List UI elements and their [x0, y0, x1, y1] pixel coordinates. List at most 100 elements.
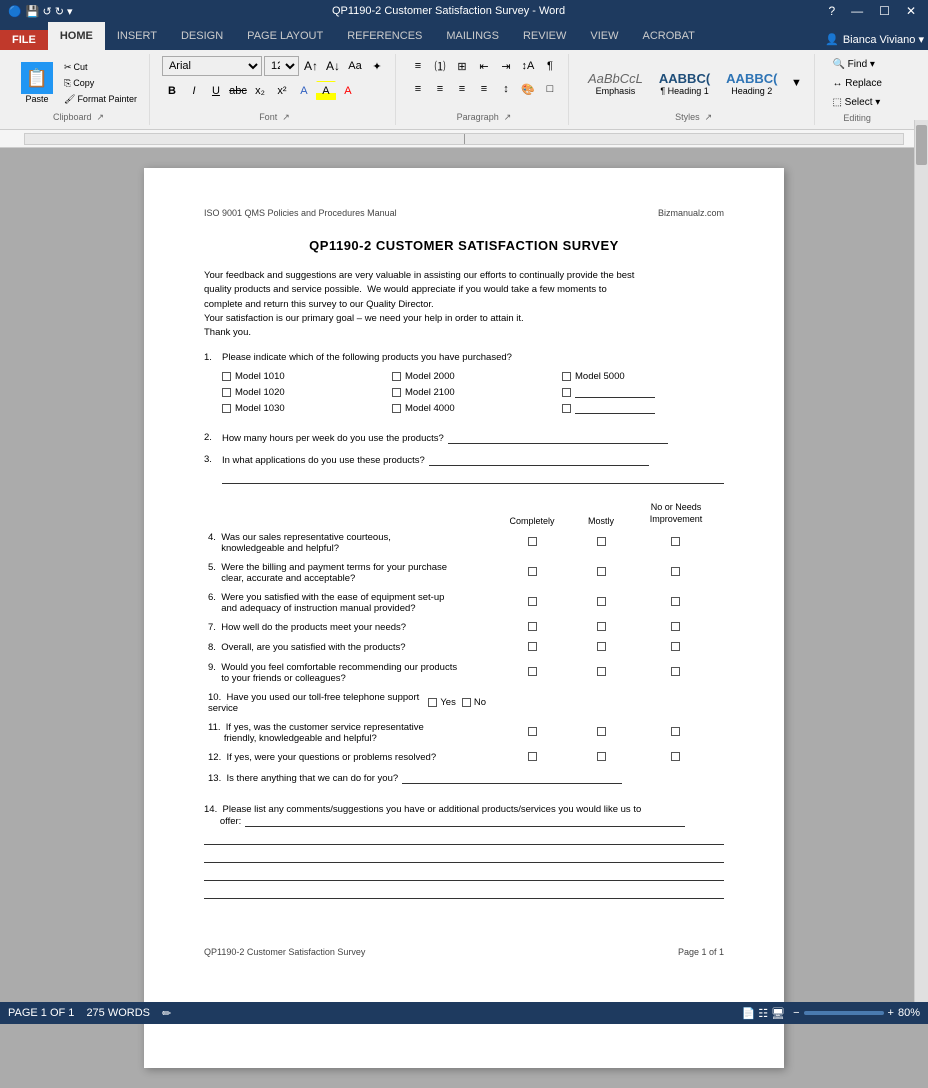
- bold-button[interactable]: B: [162, 81, 182, 101]
- font-name-select[interactable]: Arial: [162, 56, 262, 76]
- tab-design[interactable]: DESIGN: [169, 22, 235, 50]
- style-heading1[interactable]: AABBC( ¶ Heading 1: [652, 68, 717, 99]
- format-painter-button[interactable]: 🖌 Format Painter: [60, 92, 141, 107]
- find-button[interactable]: 🔍 Find ▾: [827, 56, 886, 73]
- tab-references[interactable]: REFERENCES: [335, 22, 434, 50]
- q11-completely-checkbox[interactable]: [528, 727, 537, 736]
- q7-mostly-checkbox[interactable]: [597, 622, 606, 631]
- model-2100-checkbox[interactable]: [392, 388, 401, 397]
- style-emphasis[interactable]: AaBbCcL Emphasis: [581, 68, 650, 99]
- decrease-indent-button[interactable]: ⇤: [474, 56, 494, 76]
- q9-completely-checkbox[interactable]: [528, 667, 537, 676]
- replace-button[interactable]: ↔ Replace: [827, 75, 886, 92]
- text-effects-button[interactable]: A: [294, 81, 314, 101]
- q6-no-checkbox[interactable]: [671, 597, 680, 606]
- q10-no-checkbox[interactable]: [462, 698, 471, 707]
- q6-completely-checkbox[interactable]: [528, 597, 537, 606]
- close-button[interactable]: ✕: [902, 4, 920, 18]
- q11-mostly-checkbox[interactable]: [597, 727, 606, 736]
- change-case-button[interactable]: Aa: [345, 56, 365, 76]
- q9-mostly-checkbox[interactable]: [597, 667, 606, 676]
- q1-text: Please indicate which of the following p…: [222, 352, 724, 422]
- line-spacing-button[interactable]: ↕: [496, 79, 516, 99]
- zoom-in-icon[interactable]: +: [888, 1007, 894, 1019]
- q8-no-checkbox[interactable]: [671, 642, 680, 651]
- style-heading2[interactable]: AABBC( Heading 2: [719, 68, 784, 99]
- styles-group: AaBbCcL Emphasis AABBC( ¶ Heading 1 AABB…: [573, 54, 815, 125]
- q11-no-checkbox[interactable]: [671, 727, 680, 736]
- align-left-button[interactable]: ≡: [408, 79, 428, 99]
- increase-indent-button[interactable]: ⇥: [496, 56, 516, 76]
- subscript-button[interactable]: x₂: [250, 81, 270, 101]
- model-1010-checkbox[interactable]: [222, 372, 231, 381]
- tab-page-layout[interactable]: PAGE LAYOUT: [235, 22, 335, 50]
- tab-view[interactable]: VIEW: [578, 22, 630, 50]
- numbering-button[interactable]: ⑴: [430, 56, 450, 76]
- q5-no-checkbox[interactable]: [671, 567, 680, 576]
- font-size-select[interactable]: 12: [264, 56, 299, 76]
- model-5000-checkbox[interactable]: [562, 372, 571, 381]
- highlight-button[interactable]: A: [316, 81, 336, 101]
- italic-button[interactable]: I: [184, 81, 204, 101]
- model-blank-1-checkbox[interactable]: [562, 388, 571, 397]
- tab-acrobat[interactable]: ACROBAT: [630, 22, 706, 50]
- borders-button[interactable]: □: [540, 79, 560, 99]
- minimize-button[interactable]: —: [847, 4, 867, 18]
- help-button[interactable]: ?: [824, 4, 839, 18]
- tab-home[interactable]: HOME: [48, 22, 105, 50]
- q7-no-checkbox[interactable]: [671, 622, 680, 631]
- select-button[interactable]: ⬚ Select ▾: [827, 94, 886, 111]
- tab-review[interactable]: REVIEW: [511, 22, 578, 50]
- model-4000-checkbox[interactable]: [392, 404, 401, 413]
- shading-button[interactable]: 🎨: [518, 79, 538, 99]
- styles-more-button[interactable]: ▼: [786, 73, 806, 93]
- q8-completely-checkbox[interactable]: [528, 642, 537, 651]
- maximize-button[interactable]: ☐: [875, 4, 894, 18]
- q9-no-checkbox[interactable]: [671, 667, 680, 676]
- underline-button[interactable]: U: [206, 81, 226, 101]
- q6-mostly-checkbox[interactable]: [597, 597, 606, 606]
- tab-file[interactable]: FILE: [0, 30, 48, 50]
- tab-insert[interactable]: INSERT: [105, 22, 169, 50]
- superscript-button[interactable]: x²: [272, 81, 292, 101]
- font-color-button[interactable]: A: [338, 81, 358, 101]
- view-icons: 📄 ☷ 🖥: [741, 1007, 785, 1020]
- zoom-slider[interactable]: [804, 1011, 884, 1015]
- tab-mailings[interactable]: MAILINGS: [434, 22, 511, 50]
- copy-button[interactable]: ⎘ Copy: [60, 76, 141, 91]
- q12-completely-checkbox[interactable]: [528, 752, 537, 761]
- q7-completely-checkbox[interactable]: [528, 622, 537, 631]
- model-blank-2-checkbox[interactable]: [562, 404, 571, 413]
- show-hide-button[interactable]: ¶: [540, 56, 560, 76]
- vertical-scrollbar[interactable]: [914, 120, 928, 1002]
- cut-button[interactable]: ✂ Cut: [60, 60, 141, 75]
- q10-yes-checkbox[interactable]: [428, 698, 437, 707]
- strikethrough-button[interactable]: abc: [228, 81, 248, 101]
- q8-mostly-checkbox[interactable]: [597, 642, 606, 651]
- q4-mostly: [574, 528, 628, 558]
- justify-button[interactable]: ≡: [474, 79, 494, 99]
- paste-button[interactable]: 📋 Paste: [16, 59, 58, 107]
- sort-button[interactable]: ↕A: [518, 56, 538, 76]
- q12-mostly-checkbox[interactable]: [597, 752, 606, 761]
- bullets-button[interactable]: ≡: [408, 56, 428, 76]
- align-right-button[interactable]: ≡: [452, 79, 472, 99]
- align-center-button[interactable]: ≡: [430, 79, 450, 99]
- model-1030-checkbox[interactable]: [222, 404, 231, 413]
- q4-mostly-checkbox[interactable]: [597, 537, 606, 546]
- q12-no-checkbox[interactable]: [671, 752, 680, 761]
- q4-completely-checkbox[interactable]: [528, 537, 537, 546]
- q4-no-checkbox[interactable]: [671, 537, 680, 546]
- zoom-out-icon[interactable]: −: [793, 1007, 799, 1019]
- shrink-font-button[interactable]: A↓: [323, 56, 343, 76]
- model-2000-checkbox[interactable]: [392, 372, 401, 381]
- q5-mostly-checkbox[interactable]: [597, 567, 606, 576]
- scrollbar-thumb[interactable]: [916, 125, 927, 165]
- q8-mostly: [574, 638, 628, 658]
- q5-completely-checkbox[interactable]: [528, 567, 537, 576]
- multilevel-list-button[interactable]: ⊞: [452, 56, 472, 76]
- grow-font-button[interactable]: A↑: [301, 56, 321, 76]
- model-1020-checkbox[interactable]: [222, 388, 231, 397]
- clear-format-button[interactable]: ✦: [367, 56, 387, 76]
- q8-no: [628, 638, 724, 658]
